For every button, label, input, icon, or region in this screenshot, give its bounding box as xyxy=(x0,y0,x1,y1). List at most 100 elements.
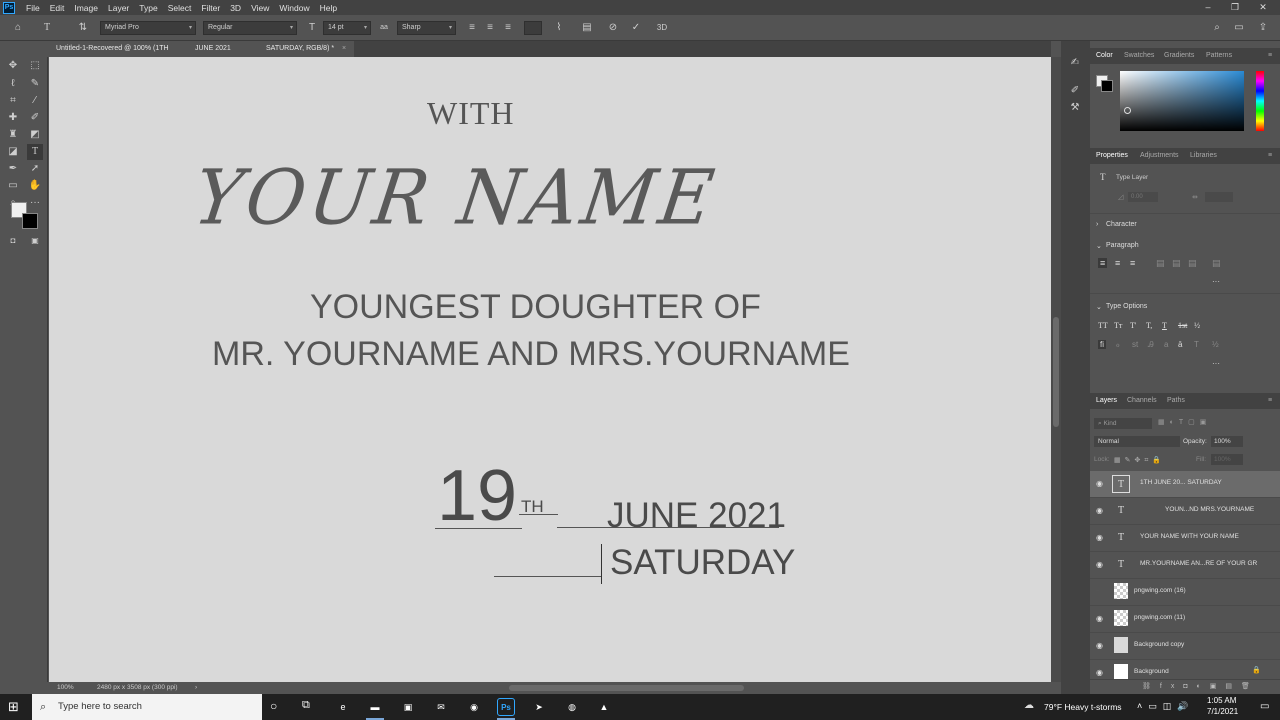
tab-gradients[interactable]: Gradients xyxy=(1164,48,1194,64)
fraction-alt-icon[interactable]: ½ xyxy=(1212,340,1219,349)
panel-menu-icon[interactable]: ≡ xyxy=(1268,148,1272,164)
warp-text-icon[interactable]: ⌇ xyxy=(552,21,566,35)
tab-channels[interactable]: Channels xyxy=(1127,393,1157,409)
task-view-icon[interactable]: ⧉ xyxy=(302,699,310,712)
layer-row[interactable]: ◉ Background 🔒 xyxy=(1090,660,1280,679)
font-size-select[interactable]: 14 pt ▾ xyxy=(323,21,371,35)
cortana-icon[interactable]: ○ xyxy=(270,699,277,713)
eye-icon[interactable]: ◉ xyxy=(1096,506,1106,516)
type-options-title[interactable]: Type Options xyxy=(1106,303,1147,310)
tab-paths[interactable]: Paths xyxy=(1167,393,1185,409)
clock-date[interactable]: 7/1/2021 xyxy=(1207,707,1238,716)
stylistic-icon[interactable]: Ꭿ xyxy=(1148,340,1154,350)
eyedropper-tool-icon[interactable]: ⁄ xyxy=(27,93,43,109)
app-red-icon[interactable]: ◉ xyxy=(465,698,483,716)
color-bg-swatch[interactable] xyxy=(1101,80,1113,92)
justify-last-right-icon[interactable]: ▤ xyxy=(1188,258,1197,269)
layer-kind-filter[interactable]: ⌕ Kind xyxy=(1094,418,1152,429)
lock-icons[interactable]: ▦✎✥⌗🔒 xyxy=(1114,456,1165,465)
justify-last-center-icon[interactable]: ▤ xyxy=(1172,258,1181,269)
oldstyle-icon[interactable]: st xyxy=(1132,340,1138,349)
alt-ligature-icon[interactable]: ℴ xyxy=(1116,340,1120,349)
3d-button[interactable]: 3D xyxy=(655,21,669,35)
font-style-select[interactable]: Regular ▾ xyxy=(203,21,297,35)
eraser-tool-icon[interactable]: ◩ xyxy=(27,127,43,143)
subscript-button[interactable]: T, xyxy=(1146,321,1152,330)
commit-check-icon[interactable]: ✓ xyxy=(629,21,643,35)
menu-file[interactable]: File xyxy=(21,3,45,13)
weather-text[interactable]: 79°F Heavy t-storms xyxy=(1044,702,1122,712)
fill-field[interactable]: 100% xyxy=(1211,454,1243,465)
menu-help[interactable]: Help xyxy=(315,3,342,13)
menu-view[interactable]: View xyxy=(246,3,274,13)
screen-mode-icon[interactable]: ▣ xyxy=(27,233,43,249)
character-panel-icon[interactable]: ▤ xyxy=(580,21,594,35)
menu-select[interactable]: Select xyxy=(163,3,197,13)
align-left-icon[interactable]: ≡ xyxy=(465,21,479,35)
explorer-icon[interactable]: ▬ xyxy=(366,698,384,716)
weather-icon[interactable]: ☁ xyxy=(1024,700,1034,711)
menu-3d[interactable]: 3D xyxy=(225,3,246,13)
all-caps-button[interactable]: TT xyxy=(1098,321,1108,330)
healing-brush-tool-icon[interactable]: ✚ xyxy=(5,110,21,126)
eye-hidden-icon[interactable]: ▫ xyxy=(1096,587,1106,597)
vertical-scrollbar[interactable] xyxy=(1051,57,1061,682)
eye-icon[interactable]: ◉ xyxy=(1096,641,1106,651)
type-tool-icon[interactable]: T xyxy=(27,144,43,160)
eye-icon[interactable]: ◉ xyxy=(1096,614,1106,624)
width-field[interactable] xyxy=(1205,192,1233,202)
layer-row[interactable]: ◉ T YOUR NAME WITH YOUR NAME xyxy=(1090,525,1280,552)
learn-panel-icon[interactable]: ✍ xyxy=(1067,55,1083,71)
pen-tool-icon[interactable]: ✒ xyxy=(5,161,21,177)
text-color-swatch[interactable] xyxy=(524,21,542,35)
restore-button[interactable]: ❐ xyxy=(1224,0,1246,15)
para-align-center-icon[interactable]: ≡ xyxy=(1115,258,1120,268)
vertical-scroll-thumb[interactable] xyxy=(1053,317,1059,427)
canvas-area[interactable]: WITH YOUR NAME YOUNGEST DOUGHTER OF MR. … xyxy=(49,57,1051,682)
menu-window[interactable]: Window xyxy=(274,3,314,13)
crop-tool-icon[interactable]: ⌗ xyxy=(5,93,21,109)
store-icon[interactable]: ▣ xyxy=(399,698,417,716)
menu-image[interactable]: Image xyxy=(69,3,103,13)
menu-type[interactable]: Type xyxy=(134,3,162,13)
contextual-icon[interactable]: ā xyxy=(1178,340,1182,349)
hue-slider[interactable] xyxy=(1256,71,1264,131)
type-tool-preset-icon[interactable]: T xyxy=(40,21,54,35)
brush-settings-icon[interactable]: ✐ xyxy=(1067,83,1083,99)
type-options-chevron[interactable]: ⌄ xyxy=(1096,303,1102,311)
home-icon[interactable]: ⌂ xyxy=(11,21,25,35)
tool-presets-icon[interactable]: ⚒ xyxy=(1067,100,1083,116)
marquee-tool-icon[interactable]: ⬚ xyxy=(27,58,43,74)
lasso-tool-icon[interactable]: ℓ xyxy=(5,76,21,92)
clone-stamp-tool-icon[interactable]: ♜ xyxy=(5,127,21,143)
ordinal-icon[interactable]: T xyxy=(1194,340,1199,349)
more-tools-icon[interactable]: ··· xyxy=(27,195,43,211)
character-section-chevron[interactable]: › xyxy=(1096,221,1098,228)
paragraph-section-title[interactable]: Paragraph xyxy=(1106,242,1139,249)
underline-button[interactable]: T xyxy=(1162,321,1167,330)
blend-mode-select[interactable]: Normal xyxy=(1094,436,1180,447)
workspace-icon[interactable]: ▭ xyxy=(1232,21,1246,35)
notifications-icon[interactable]: ▭ xyxy=(1260,701,1269,712)
clock-time[interactable]: 1:05 AM xyxy=(1207,696,1236,705)
windows-start-icon[interactable]: ⊞ xyxy=(8,699,19,715)
align-right-icon[interactable]: ≡ xyxy=(501,21,515,35)
tab-libraries[interactable]: Libraries xyxy=(1190,148,1217,164)
minimize-button[interactable]: – xyxy=(1197,0,1219,15)
layer-row[interactable]: ◉ T MR.YOURNAME AN...RE OF YOUR GR xyxy=(1090,552,1280,579)
brush-tool-icon[interactable]: ✐ xyxy=(27,110,43,126)
close-tab-icon[interactable]: × xyxy=(342,41,346,57)
layer-row[interactable]: ◉ T 1TH JUNE 20... SATURDAY xyxy=(1090,471,1280,498)
zoom-level[interactable]: 100% xyxy=(57,682,74,694)
edge-icon[interactable]: e xyxy=(334,698,352,716)
color-picker-field[interactable] xyxy=(1120,71,1244,131)
search-icon[interactable]: ⌕ xyxy=(1210,21,1224,35)
text-orientation-icon[interactable]: ⇅ xyxy=(76,21,90,35)
tab-color[interactable]: Color xyxy=(1096,48,1113,64)
taskbar-search-box[interactable]: ⌕ Type here to search xyxy=(32,694,262,720)
chrome-icon[interactable]: ◍ xyxy=(563,698,581,716)
tab-patterns[interactable]: Patterns xyxy=(1206,48,1232,64)
paragraph-section-chevron[interactable]: ⌄ xyxy=(1096,242,1102,250)
document-canvas[interactable]: WITH YOUR NAME YOUNGEST DOUGHTER OF MR. … xyxy=(49,57,1051,682)
close-button[interactable]: ✕ xyxy=(1252,0,1274,15)
